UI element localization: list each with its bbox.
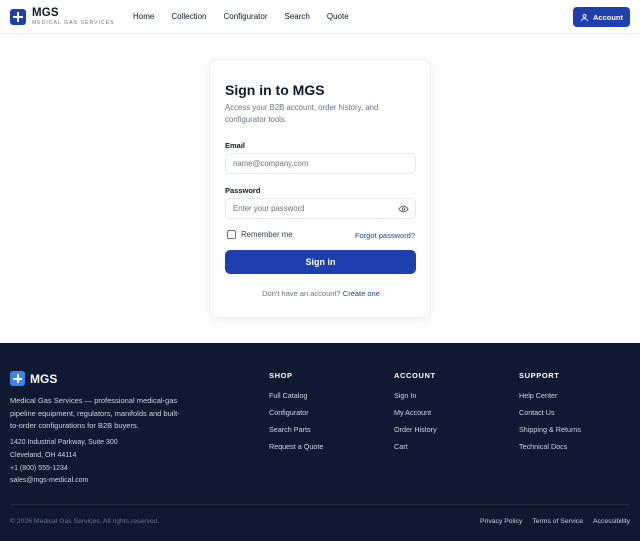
footer-link[interactable]: Cart [394, 442, 437, 459]
footer-link[interactable]: Sign In [394, 391, 437, 408]
signin-title: Sign in to MGS [225, 82, 325, 98]
footer-link[interactable]: Contact Us [519, 408, 581, 425]
footer-col-account: ACCOUNT Sign In My Account Order History… [394, 371, 437, 459]
footer-link[interactable]: Technical Docs [519, 442, 581, 459]
remember-label: Remember me [241, 230, 293, 239]
create-account-link[interactable]: Create one [343, 289, 380, 298]
footer-link[interactable]: Help Center [519, 391, 581, 408]
site-footer: MGS Medical Gas Services — professional … [0, 343, 640, 541]
footer-col-title: SUPPORT [519, 371, 560, 380]
footer-brand-name: MGS [30, 371, 58, 386]
account-button[interactable]: Account [573, 7, 630, 27]
brand-text: MGS MEDICAL GAS SERVICES [32, 7, 115, 26]
password-field[interactable] [225, 198, 416, 219]
footer-logo[interactable]: MGS [10, 371, 57, 386]
nav-collection[interactable]: Collection [171, 12, 206, 21]
nav-configurator[interactable]: Configurator [223, 12, 267, 21]
footer-link[interactable]: Full Catalog [269, 391, 323, 408]
privacy-link[interactable]: Privacy Policy [480, 518, 522, 525]
signin-subtitle: Access your B2B account, order history, … [225, 103, 379, 124]
footer-link[interactable]: Order History [394, 425, 437, 442]
footer-col-title: ACCOUNT [394, 371, 436, 380]
footer-col-title: SHOP [269, 371, 293, 380]
footer-divider [10, 504, 630, 505]
footer-copyright: © 2026 Medical Gas Services. All rights … [10, 518, 160, 525]
footer-address-line1: 1420 Industrial Parkway, Suite 300 [10, 439, 118, 446]
password-label: Password [225, 186, 261, 195]
accessibility-link[interactable]: Accessibility [593, 518, 630, 525]
footer-col-shop: SHOP Full Catalog Configurator Search Pa… [269, 371, 323, 459]
brand-logo[interactable]: MGS MEDICAL GAS SERVICES [10, 7, 115, 26]
footer-link[interactable]: Search Parts [269, 425, 323, 442]
brand-tagline: MEDICAL GAS SERVICES [32, 19, 115, 26]
signup-prompt: Don't have an account? Create one [210, 289, 432, 298]
site-header: MGS MEDICAL GAS SERVICES Home Collection… [0, 0, 640, 34]
account-label: Account [593, 12, 623, 22]
footer-legal-links: Privacy Policy Terms of Service Accessib… [470, 518, 630, 525]
nav-quote[interactable]: Quote [327, 12, 349, 21]
email-field[interactable] [225, 153, 416, 174]
remember-checkbox[interactable] [227, 230, 236, 239]
footer-address-line2: Cleveland, OH 44114 [10, 452, 77, 459]
footer-phone[interactable]: +1 (800) 555-1234 [10, 465, 68, 472]
no-account-text: Don't have an account? [262, 289, 341, 298]
terms-link[interactable]: Terms of Service [532, 518, 583, 525]
footer-link[interactable]: Configurator [269, 408, 323, 425]
footer-link[interactable]: Shipping & Returns [519, 425, 581, 442]
email-label: Email [225, 141, 246, 150]
cross-logo-icon [10, 8, 26, 25]
cross-logo-icon [10, 371, 25, 386]
eye-icon[interactable] [398, 204, 409, 214]
signin-button[interactable]: Sign in [225, 250, 416, 274]
nav-home[interactable]: Home [133, 12, 154, 21]
footer-link[interactable]: My Account [394, 408, 437, 425]
footer-email[interactable]: sales@mgs-medical.com [10, 477, 88, 484]
forgot-password-link[interactable]: Forgot password? [355, 231, 415, 240]
user-icon [581, 13, 588, 21]
footer-link[interactable]: Request a Quote [269, 442, 323, 459]
signin-card: Sign in to MGS Access your B2B account, … [209, 59, 431, 318]
brand-name: MGS [32, 7, 59, 19]
footer-col-support: SUPPORT Help Center Contact Us Shipping … [519, 371, 581, 459]
remember-me[interactable]: Remember me [227, 230, 293, 239]
nav-search[interactable]: Search [285, 12, 310, 21]
footer-description: Medical Gas Services — professional medi… [10, 396, 180, 430]
main-nav: Home Collection Configurator Search Quot… [133, 12, 366, 21]
